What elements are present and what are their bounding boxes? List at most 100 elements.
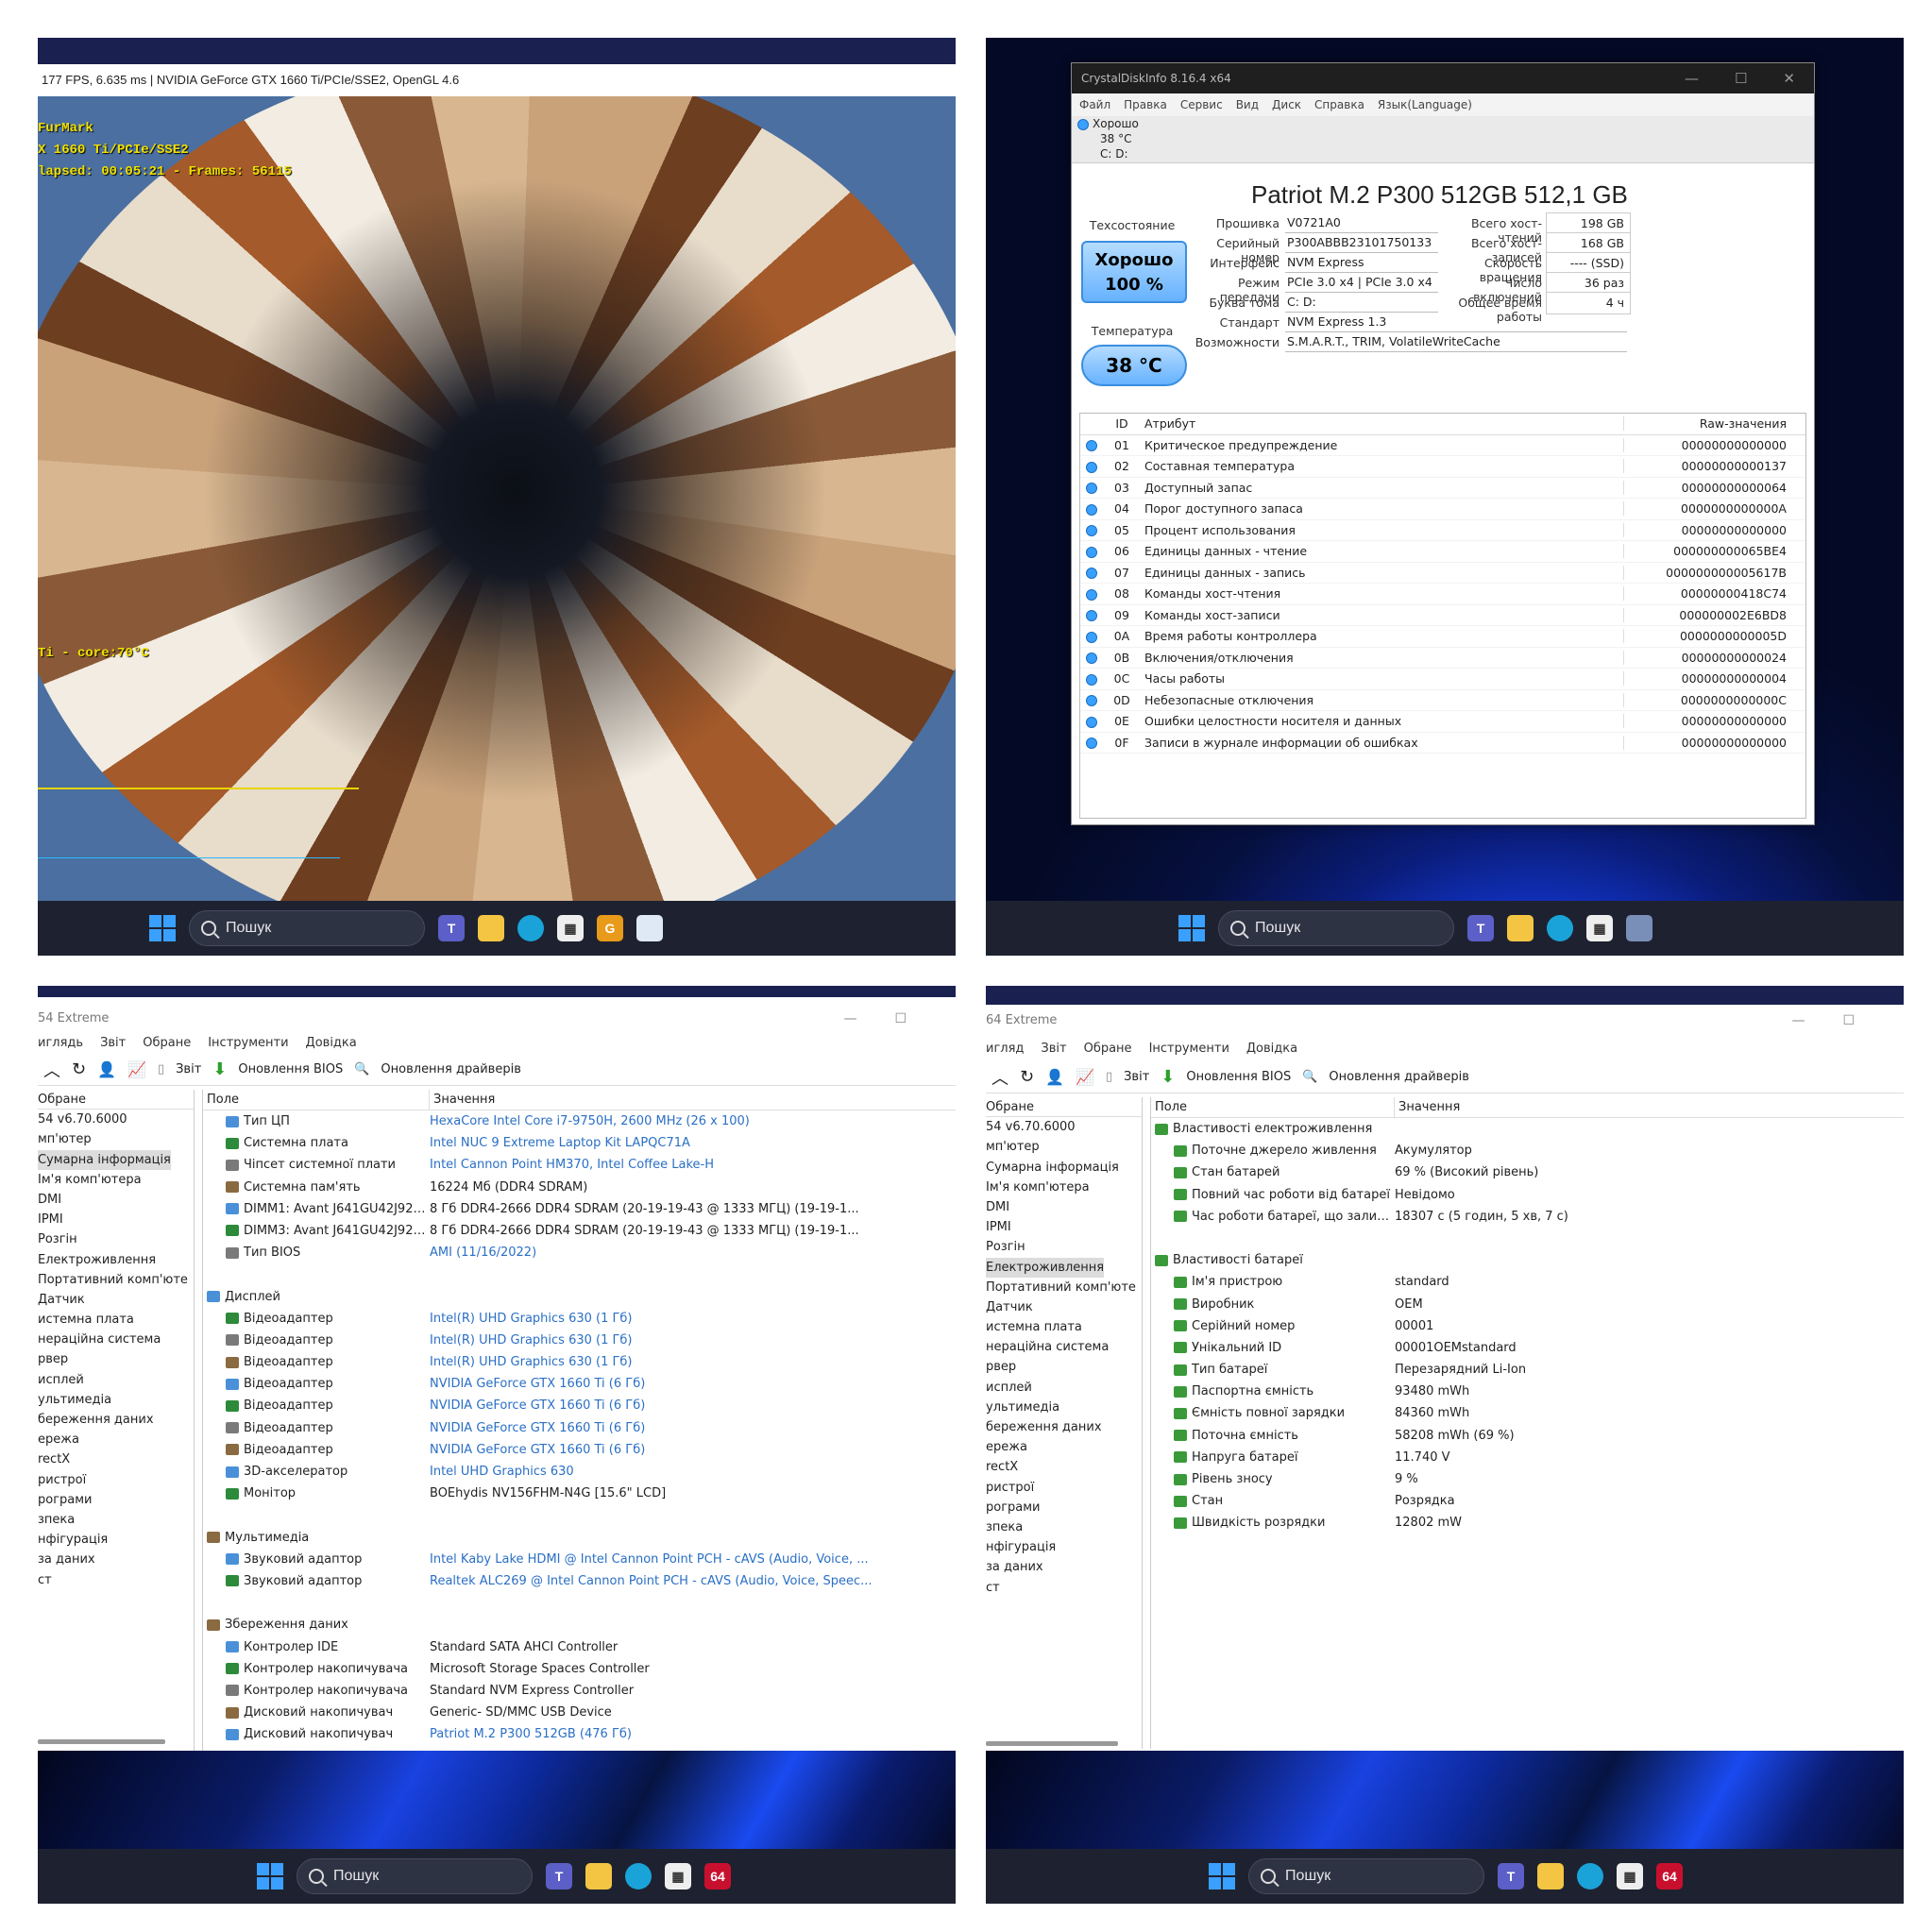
nav-item[interactable]: нфігурація bbox=[986, 1537, 1142, 1557]
nav-item[interactable]: береження даних bbox=[986, 1417, 1142, 1437]
value-cell[interactable]: Realtek ALC269 @ Intel Cannon Point PCH … bbox=[430, 1570, 956, 1592]
menu-language[interactable]: Язык(Language) bbox=[1378, 98, 1472, 111]
bios-update-button[interactable]: Оновлення BIOS bbox=[1186, 1070, 1291, 1084]
smart-row[interactable]: 03 Доступный запас 00000000000064 bbox=[1080, 478, 1805, 499]
nav-item[interactable]: исплей bbox=[38, 1370, 194, 1390]
detail-row[interactable]: Контролер накопичувача Microsoft Storage … bbox=[203, 1658, 956, 1680]
group-header[interactable]: Мультимедіа bbox=[203, 1527, 956, 1549]
detail-row[interactable]: Паспортна ємність 93480 mWh bbox=[1151, 1381, 1904, 1402]
detail-row[interactable]: Монітор BOEhydis NV156FHM-N4G [15.6" LCD] bbox=[203, 1483, 956, 1504]
smart-row[interactable]: 02 Составная температура 00000000000137 bbox=[1080, 456, 1805, 478]
nav-item[interactable]: Ім'я комп'ютера bbox=[38, 1170, 194, 1190]
explorer-icon[interactable] bbox=[1507, 915, 1534, 941]
nav-item[interactable]: ристрої bbox=[38, 1470, 194, 1490]
detail-row[interactable]: 3D-акселератор Intel UHD Graphics 630 bbox=[203, 1461, 956, 1483]
detail-row[interactable]: Системна плата Intel NUC 9 Extreme Laptop… bbox=[203, 1132, 956, 1154]
group-header[interactable]: Властивості батареї bbox=[1151, 1249, 1904, 1271]
smart-row[interactable]: 07 Единицы данных - запись 000000000005617… bbox=[1080, 563, 1805, 584]
value-cell[interactable]: NVIDIA GeForce GTX 1660 Ti (6 Гб) bbox=[430, 1395, 956, 1416]
col-value[interactable]: Значення bbox=[1395, 1097, 1460, 1117]
start-icon[interactable] bbox=[149, 915, 176, 941]
menu-tools[interactable]: Інструменти bbox=[208, 1033, 288, 1054]
user-icon[interactable]: 👤 bbox=[97, 1060, 116, 1078]
explorer-icon[interactable] bbox=[585, 1863, 612, 1890]
nav-item[interactable]: ережа bbox=[986, 1437, 1142, 1457]
nav-item[interactable]: истемна плата bbox=[986, 1317, 1142, 1337]
smart-row[interactable]: 06 Единицы данных - чтение 000000000065BE4 bbox=[1080, 541, 1805, 563]
up-icon[interactable]: ︿ bbox=[43, 1058, 60, 1082]
smart-row[interactable]: 0E Ошибки целостности носителя и данных 00… bbox=[1080, 711, 1805, 733]
chart-icon[interactable]: 📈 bbox=[127, 1060, 146, 1078]
user-icon[interactable]: 👤 bbox=[1045, 1068, 1064, 1086]
menu-file[interactable]: Файл bbox=[1079, 98, 1110, 111]
detail-row[interactable]: Тип ЦП HexaCore Intel Core i7-9750H, 2600… bbox=[203, 1110, 956, 1132]
crystaldiskinfo-taskbar-icon[interactable] bbox=[1626, 915, 1652, 941]
group-header[interactable]: Збереження даних bbox=[203, 1614, 956, 1635]
detail-row[interactable]: Повний час роботи від батареї Невідомо bbox=[1151, 1184, 1904, 1206]
smart-row[interactable]: 05 Процент использования 00000000000000 bbox=[1080, 520, 1805, 541]
nav-item[interactable]: Датчик bbox=[986, 1297, 1142, 1317]
nav-item[interactable]: IPMI bbox=[38, 1210, 194, 1229]
detail-row[interactable]: Відеоадаптер Intel(R) UHD Graphics 630 (1… bbox=[203, 1330, 956, 1351]
nav-item[interactable]: Сумарна інформація bbox=[38, 1149, 171, 1170]
menu-service[interactable]: Сервис bbox=[1180, 98, 1223, 111]
report-button[interactable]: Звіт bbox=[176, 1062, 201, 1076]
value-cell[interactable]: Intel NUC 9 Extreme Laptop Kit LAPQC71A bbox=[430, 1132, 956, 1154]
drive-selector[interactable]: Хорошо 38 °C C: D: bbox=[1072, 116, 1814, 163]
nav-item[interactable]: за даних bbox=[986, 1557, 1142, 1577]
taskbar-search[interactable]: Пошук bbox=[1218, 910, 1454, 946]
teams-icon[interactable]: T bbox=[1467, 915, 1494, 941]
edge-icon[interactable] bbox=[1577, 1863, 1603, 1890]
nav-item[interactable]: нераційна система bbox=[986, 1337, 1142, 1357]
furmark-window-icon[interactable] bbox=[636, 915, 663, 941]
window-controls[interactable]: —☐ bbox=[1791, 1007, 1892, 1035]
start-icon[interactable] bbox=[1209, 1863, 1235, 1890]
nav-item[interactable]: рвер bbox=[38, 1349, 194, 1369]
window-controls[interactable]: —☐ bbox=[843, 1005, 944, 1033]
store-icon[interactable]: ▦ bbox=[665, 1863, 691, 1890]
menu-disk[interactable]: Диск bbox=[1272, 98, 1301, 111]
col-attr[interactable]: Атрибут bbox=[1141, 416, 1624, 432]
store-icon[interactable]: ▦ bbox=[1586, 915, 1613, 941]
nav-item[interactable]: Сумарна інформація bbox=[986, 1158, 1142, 1178]
nav-item[interactable]: ст bbox=[986, 1578, 1142, 1598]
close-icon[interactable]: ✕ bbox=[1783, 70, 1795, 87]
nav-item[interactable]: нфігурація bbox=[38, 1530, 194, 1550]
taskbar-search[interactable]: Пошук bbox=[1248, 1858, 1484, 1894]
nav-item[interactable]: ст bbox=[38, 1570, 194, 1590]
detail-row[interactable]: Напруга батареї 11.740 V bbox=[1151, 1447, 1904, 1468]
detail-row[interactable]: Відеоадаптер NVIDIA GeForce GTX 1660 Ti (… bbox=[203, 1439, 956, 1461]
smart-row[interactable]: 01 Критическое предупреждение 000000000000… bbox=[1080, 435, 1805, 456]
smart-row[interactable]: 04 Порог доступного запаса 0000000000000A bbox=[1080, 499, 1805, 520]
maximize-icon[interactable]: ☐ bbox=[1735, 70, 1747, 87]
value-cell[interactable]: HexaCore Intel Core i7-9750H, 2600 MHz (… bbox=[430, 1110, 956, 1132]
nav-item[interactable]: IPMI bbox=[986, 1217, 1142, 1237]
smart-row[interactable]: 0B Включения/отключения 00000000000024 bbox=[1080, 648, 1805, 669]
value-cell[interactable]: Intel(R) UHD Graphics 630 (1 Гб) bbox=[430, 1330, 956, 1351]
detail-row[interactable]: Системна пам'ять 16224 Мб (DDR4 SDRAM) bbox=[203, 1177, 956, 1198]
col-field[interactable]: Поле bbox=[1151, 1097, 1395, 1117]
nav-item[interactable]: рограми bbox=[986, 1498, 1142, 1517]
detail-row[interactable]: Відеоадаптер NVIDIA GeForce GTX 1660 Ti (… bbox=[203, 1417, 956, 1439]
detail-row[interactable]: Виробник OEM bbox=[1151, 1294, 1904, 1315]
col-id[interactable]: ID bbox=[1103, 416, 1141, 431]
nav-item[interactable]: Розгін bbox=[986, 1237, 1142, 1257]
detail-row[interactable]: Звуковий адаптор Realtek ALC269 @ Intel C… bbox=[203, 1570, 956, 1592]
detail-row[interactable]: Ємність повної зарядки 84360 mWh bbox=[1151, 1402, 1904, 1424]
detail-row[interactable]: Поточне джерело живлення Акумулятор bbox=[1151, 1140, 1904, 1161]
menu-edit[interactable]: Правка bbox=[1124, 98, 1167, 111]
store-icon[interactable]: ▦ bbox=[557, 915, 584, 941]
detail-row[interactable]: Відеоадаптер NVIDIA GeForce GTX 1660 Ti (… bbox=[203, 1395, 956, 1416]
store-icon[interactable]: ▦ bbox=[1617, 1863, 1643, 1890]
detail-row[interactable]: DIMM3: Avant J641GU42J926... 8 Гб DDR4-26… bbox=[203, 1220, 956, 1242]
nav-item[interactable]: Портативний комп'юте bbox=[986, 1278, 1142, 1297]
teams-icon[interactable]: T bbox=[546, 1863, 572, 1890]
detail-row[interactable]: Поточна ємність 58208 mWh (69 %) bbox=[1151, 1425, 1904, 1447]
taskbar-search[interactable]: Пошук bbox=[297, 1858, 533, 1894]
menu-help[interactable]: Довідка bbox=[306, 1033, 357, 1054]
smart-row[interactable]: 08 Команды хост-чтения 00000000418C74 bbox=[1080, 584, 1805, 605]
nav-item[interactable]: ережа bbox=[38, 1430, 194, 1449]
detail-row[interactable]: DIMM1: Avant J641GU42J926... 8 Гб DDR4-26… bbox=[203, 1198, 956, 1220]
detail-row[interactable]: Стан батарей 69 % (Високий рівень) bbox=[1151, 1161, 1904, 1183]
smart-row[interactable]: 0A Время работы контроллера 0000000000005D bbox=[1080, 626, 1805, 648]
